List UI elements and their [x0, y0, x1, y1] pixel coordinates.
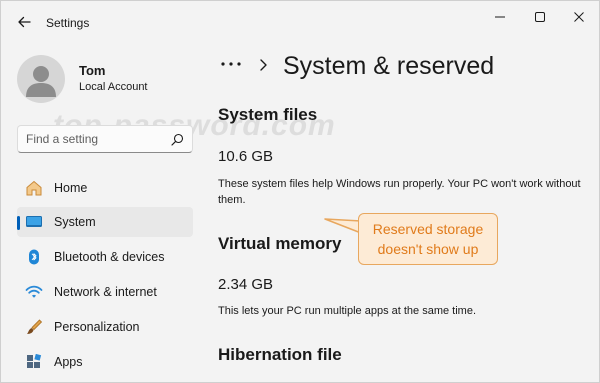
sidebar-item-label: Home — [54, 181, 88, 195]
callout-text: Reserved storage doesn't show up — [358, 213, 498, 265]
home-icon — [26, 180, 42, 196]
search-icon[interactable] — [171, 133, 184, 146]
title-bar: Settings — [1, 1, 599, 43]
page-title: System & reserved — [283, 52, 495, 80]
breadcrumb-more-button[interactable] — [220, 55, 244, 71]
sidebar-item-bluetooth[interactable]: Bluetooth & devices — [17, 242, 193, 272]
sidebar-item-label: Personalization — [54, 320, 140, 334]
account-type: Local Account — [79, 81, 148, 93]
virtual-memory-size: 2.34 GB — [218, 276, 274, 293]
sidebar-item-network[interactable]: Network & internet — [17, 277, 193, 307]
sidebar-item-apps[interactable]: Apps — [17, 347, 193, 377]
chevron-right-icon — [260, 59, 267, 71]
apps-icon — [27, 354, 42, 368]
callout-pointer — [324, 218, 362, 234]
sidebar-item-label: Network & internet — [54, 285, 157, 299]
minimize-icon[interactable] — [488, 9, 512, 25]
section-title-system-files: System files — [218, 105, 318, 124]
wifi-icon — [25, 285, 43, 298]
maximize-icon[interactable] — [528, 9, 552, 25]
avatar[interactable] — [17, 55, 65, 103]
search-input[interactable] — [26, 131, 166, 147]
bluetooth-icon — [29, 249, 39, 265]
brush-icon — [27, 319, 43, 334]
virtual-memory-description: This lets your PC run multiple apps at t… — [218, 305, 476, 317]
window-title: Settings — [46, 16, 90, 30]
user-icon — [26, 66, 56, 97]
settings-window: Settings Tom Local Account top-password.… — [0, 0, 600, 383]
system-files-description: These system files help Windows run prop… — [218, 178, 581, 206]
sidebar-item-label: Apps — [54, 355, 83, 369]
system-files-size: 10.6 GB — [218, 148, 274, 165]
callout-seam — [359, 220, 364, 240]
search-box[interactable] — [17, 125, 193, 153]
sidebar-item-home[interactable]: Home — [17, 173, 193, 203]
sidebar-item-system[interactable]: System — [17, 207, 193, 237]
sidebar-item-label: System — [54, 215, 96, 229]
monitor-icon — [26, 216, 42, 227]
section-title-hibernation-file: Hibernation file — [218, 345, 342, 364]
close-icon[interactable] — [567, 9, 591, 25]
user-name: Tom — [79, 63, 106, 78]
sidebar-item-label: Bluetooth & devices — [54, 250, 165, 264]
selection-indicator — [17, 216, 20, 230]
back-arrow-icon[interactable] — [15, 13, 33, 31]
sidebar-item-personalization[interactable]: Personalization — [17, 312, 193, 342]
more-icon — [221, 62, 241, 66]
